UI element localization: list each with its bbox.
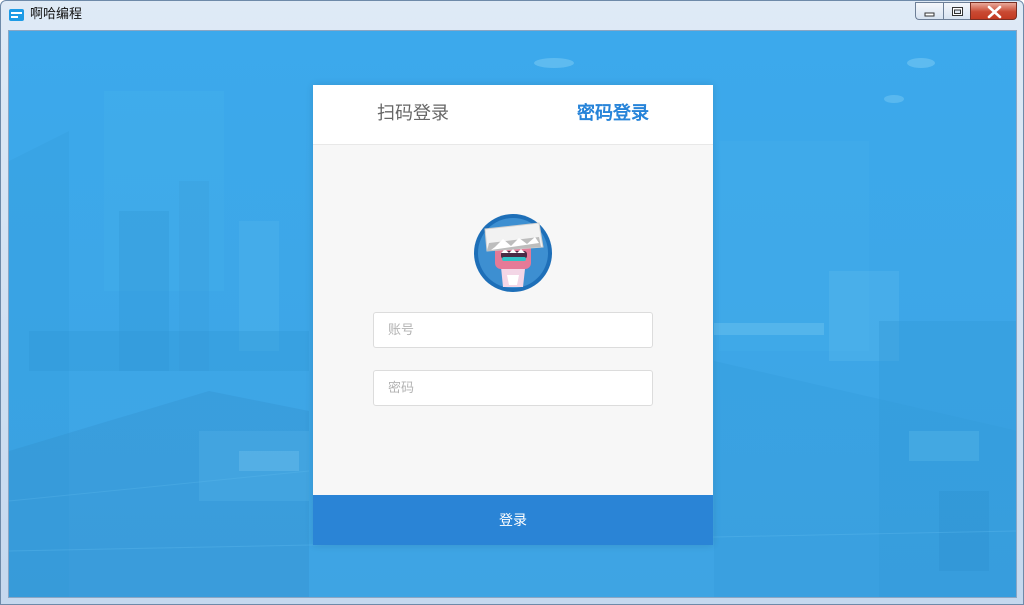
- maximize-icon: [952, 7, 963, 16]
- window-title: 啊哈编程: [30, 7, 83, 22]
- title-bar[interactable]: 啊哈编程: [1, 1, 1023, 29]
- password-input[interactable]: [373, 370, 653, 406]
- app-content: 扫码登录 密码登录 登录: [8, 30, 1017, 598]
- login-button[interactable]: 登录: [313, 495, 713, 545]
- account-input[interactable]: [373, 312, 653, 348]
- app-window: 啊哈编程 扫码登录 密码登录 账号 登录: [0, 0, 1024, 605]
- window-controls: [915, 2, 1017, 21]
- app-logo-icon: [9, 9, 24, 21]
- minimize-icon: [924, 12, 935, 17]
- close-button[interactable]: [970, 2, 1017, 20]
- avatar: [474, 214, 552, 292]
- close-icon: [987, 5, 1002, 19]
- minimize-button[interactable]: [915, 2, 943, 20]
- tab-password-login[interactable]: 密码登录: [577, 103, 649, 125]
- login-tabs: 扫码登录 密码登录: [313, 85, 713, 145]
- login-panel: 扫码登录 密码登录 登录: [313, 85, 713, 545]
- maximize-button[interactable]: [943, 2, 970, 20]
- tab-qr-login[interactable]: 扫码登录: [377, 103, 449, 125]
